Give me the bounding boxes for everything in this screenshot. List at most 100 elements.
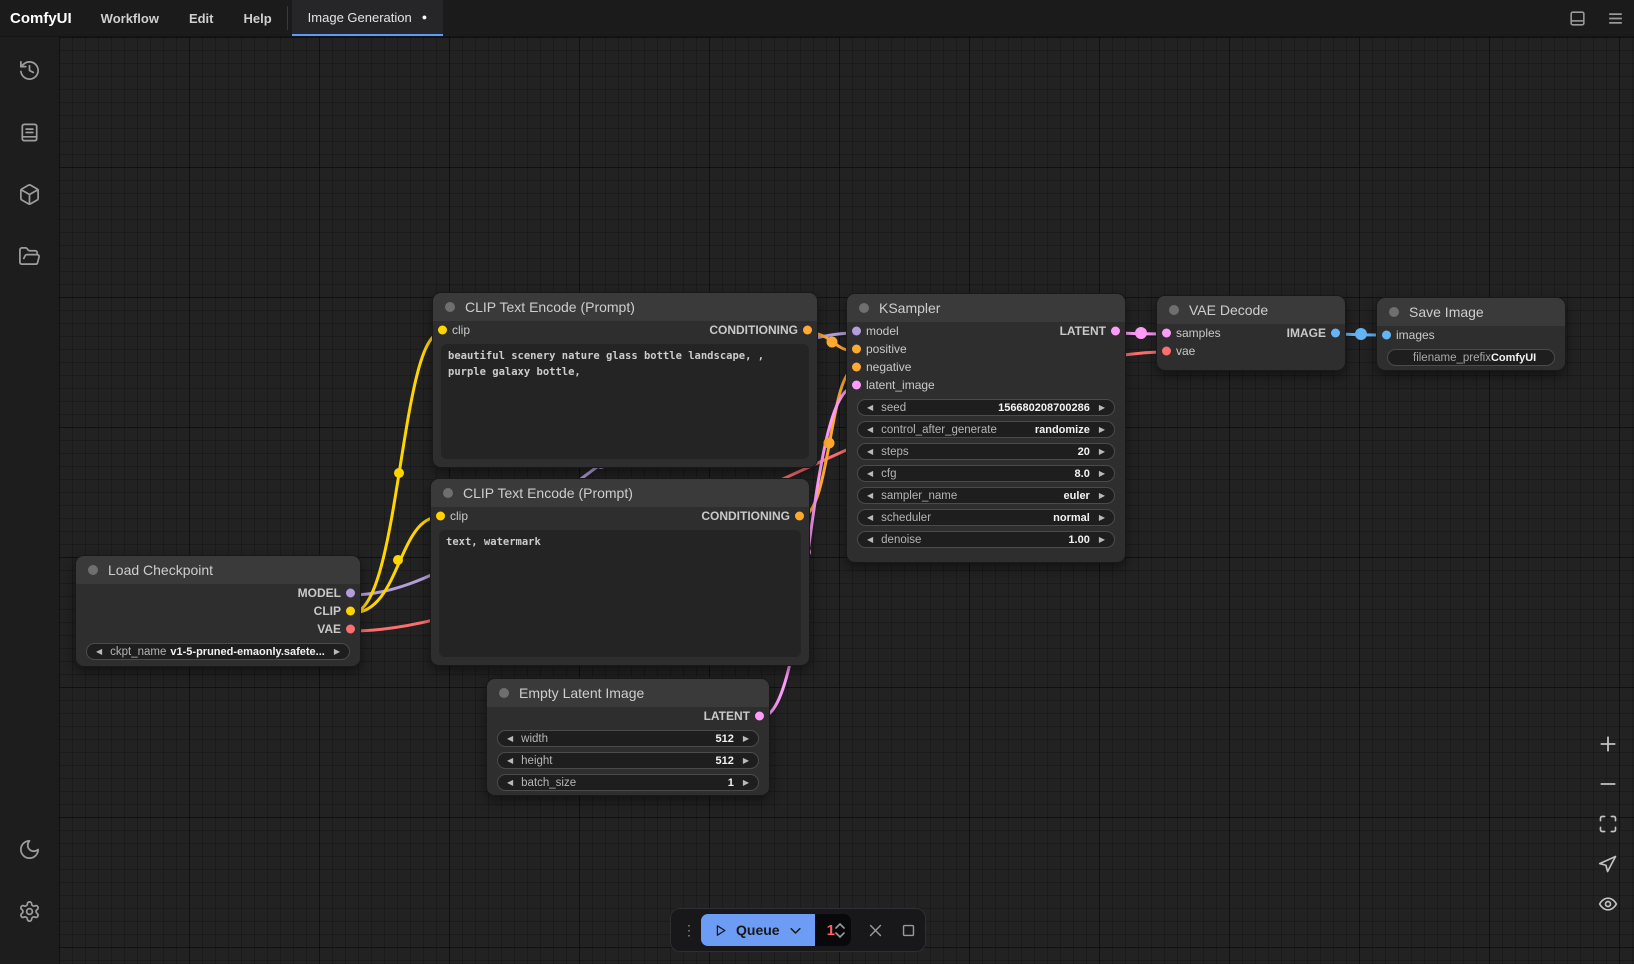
node-vae-decode[interactable]: VAE Decode samples IMAGE vae: [1156, 295, 1346, 371]
node-header[interactable]: CLIP Text Encode (Prompt): [433, 293, 817, 321]
zoom-out-button[interactable]: [1596, 772, 1620, 796]
output-slot-latent[interactable]: [1111, 327, 1120, 336]
sidebar-item-queue[interactable]: [9, 111, 51, 153]
settings-button[interactable]: [9, 890, 51, 932]
stepper-up-icon[interactable]: [835, 923, 845, 929]
zoom-in-button[interactable]: [1596, 732, 1620, 756]
combo-prev-icon[interactable]: ◀: [867, 426, 873, 434]
output-slot-image[interactable]: [1331, 329, 1340, 338]
combo-next-icon[interactable]: ▶: [334, 648, 340, 656]
input-slot-vae[interactable]: [1162, 347, 1171, 356]
sidebar-item-history[interactable]: [9, 49, 51, 91]
node-ksampler[interactable]: KSampler model LATENT positive negative …: [846, 293, 1126, 563]
output-slot-conditioning[interactable]: [803, 326, 812, 335]
input-slot-samples[interactable]: [1162, 329, 1171, 338]
input-slot-clip[interactable]: [436, 512, 445, 521]
combo-prev-icon[interactable]: ◀: [867, 470, 873, 478]
output-slot-conditioning[interactable]: [795, 512, 804, 521]
widget-scheduler[interactable]: ◀ scheduler normal ▶: [857, 509, 1115, 526]
collapse-dot[interactable]: [859, 303, 869, 313]
bottom-panel-toggle-button[interactable]: [1558, 0, 1596, 36]
sidebar-item-workflows[interactable]: [9, 235, 51, 277]
widget-batch-size[interactable]: ◀ batch_size 1 ▶: [497, 774, 759, 791]
queue-button[interactable]: Queue: [701, 914, 815, 946]
combo-next-icon[interactable]: ▶: [1099, 448, 1105, 456]
drag-handle[interactable]: ⋮: [677, 923, 701, 937]
combo-next-icon[interactable]: ▶: [743, 757, 749, 765]
node-header[interactable]: Save Image: [1377, 298, 1565, 326]
combo-prev-icon[interactable]: ◀: [867, 492, 873, 500]
collapse-dot[interactable]: [1169, 305, 1179, 315]
combo-prev-icon[interactable]: ◀: [867, 448, 873, 456]
widget-height[interactable]: ◀ height 512 ▶: [497, 752, 759, 769]
combo-next-icon[interactable]: ▶: [1099, 470, 1105, 478]
input-slot-images[interactable]: [1382, 331, 1391, 340]
combo-prev-icon[interactable]: ◀: [867, 514, 873, 522]
node-clip-text-encode-positive[interactable]: CLIP Text Encode (Prompt) clip CONDITION…: [432, 292, 818, 468]
stop-button[interactable]: [900, 922, 917, 939]
input-slot-positive[interactable]: [852, 345, 861, 354]
cancel-run-button[interactable]: [867, 922, 884, 939]
node-header[interactable]: VAE Decode: [1157, 296, 1345, 324]
combo-next-icon[interactable]: ▶: [1099, 426, 1105, 434]
combo-next-icon[interactable]: ▶: [1099, 536, 1105, 544]
node-load-checkpoint[interactable]: Load Checkpoint MODEL CLIP VAE ◀ ckpt_na…: [75, 555, 361, 667]
prompt-textarea[interactable]: text, watermark: [439, 530, 801, 657]
widget-width[interactable]: ◀ width 512 ▶: [497, 730, 759, 747]
toggle-link-visibility-button[interactable]: [1596, 892, 1620, 916]
node-header[interactable]: Load Checkpoint: [76, 556, 360, 584]
prompt-textarea[interactable]: beautiful scenery nature glass bottle la…: [441, 344, 809, 459]
combo-prev-icon[interactable]: ◀: [867, 404, 873, 412]
collapse-dot[interactable]: [445, 302, 455, 312]
widget-steps[interactable]: ◀ steps 20 ▶: [857, 443, 1115, 460]
node-save-image[interactable]: Save Image images filename_prefix ComfyU…: [1376, 297, 1566, 371]
output-slot-vae[interactable]: [346, 625, 355, 634]
node-empty-latent-image[interactable]: Empty Latent Image LATENT ◀ width 512 ▶ …: [486, 678, 770, 796]
fit-view-button[interactable]: [1596, 812, 1620, 836]
combo-next-icon[interactable]: ▶: [743, 779, 749, 787]
collapse-dot[interactable]: [443, 488, 453, 498]
widget-seed[interactable]: ◀ seed 156680208700286 ▶: [857, 399, 1115, 416]
widget-denoise[interactable]: ◀ denoise 1.00 ▶: [857, 531, 1115, 548]
combo-next-icon[interactable]: ▶: [1099, 404, 1105, 412]
node-header[interactable]: KSampler: [847, 294, 1125, 322]
menu-edit[interactable]: Edit: [174, 0, 229, 36]
output-slot-latent[interactable]: [755, 712, 764, 721]
widget-filename-prefix[interactable]: filename_prefix ComfyUI: [1387, 349, 1555, 366]
combo-prev-icon[interactable]: ◀: [507, 779, 513, 787]
stepper-down-icon[interactable]: [835, 932, 845, 938]
input-slot-negative[interactable]: [852, 363, 861, 372]
node-clip-text-encode-negative[interactable]: CLIP Text Encode (Prompt) clip CONDITION…: [430, 478, 810, 666]
combo-next-icon[interactable]: ▶: [743, 735, 749, 743]
main-menu-button[interactable]: [1596, 0, 1634, 36]
sidebar-item-model-library[interactable]: [9, 173, 51, 215]
combo-prev-icon[interactable]: ◀: [507, 757, 513, 765]
theme-toggle-button[interactable]: [9, 828, 51, 870]
collapse-dot[interactable]: [1389, 307, 1399, 317]
select-mode-button[interactable]: [1596, 852, 1620, 876]
menu-help[interactable]: Help: [229, 0, 287, 36]
combo-next-icon[interactable]: ▶: [1099, 492, 1105, 500]
output-slot-clip[interactable]: [346, 607, 355, 616]
input-slot-clip[interactable]: [438, 326, 447, 335]
input-slot-latent-image[interactable]: [852, 381, 861, 390]
combo-prev-icon[interactable]: ◀: [867, 536, 873, 544]
combo-next-icon[interactable]: ▶: [1099, 514, 1105, 522]
widget-control-after-generate[interactable]: ◀ control_after_generate randomize ▶: [857, 421, 1115, 438]
node-header[interactable]: Empty Latent Image: [487, 679, 769, 707]
node-header[interactable]: CLIP Text Encode (Prompt): [431, 479, 809, 507]
chevron-down-icon[interactable]: [788, 923, 803, 938]
collapse-dot[interactable]: [88, 565, 98, 575]
app-logo[interactable]: ComfyUI: [0, 0, 86, 36]
widget-cfg[interactable]: ◀ cfg 8.0 ▶: [857, 465, 1115, 482]
input-slot-model[interactable]: [852, 327, 861, 336]
combo-prev-icon[interactable]: ◀: [96, 648, 102, 656]
tab-image-generation[interactable]: Image Generation ●: [292, 0, 444, 36]
output-slot-model[interactable]: [346, 589, 355, 598]
widget-sampler-name[interactable]: ◀ sampler_name euler ▶: [857, 487, 1115, 504]
menu-workflow[interactable]: Workflow: [86, 0, 174, 36]
combo-prev-icon[interactable]: ◀: [507, 735, 513, 743]
widget-ckpt-name[interactable]: ◀ ckpt_name v1-5-pruned-emaonly.safete..…: [86, 643, 350, 660]
collapse-dot[interactable]: [499, 688, 509, 698]
batch-count-input[interactable]: 1: [815, 914, 851, 946]
